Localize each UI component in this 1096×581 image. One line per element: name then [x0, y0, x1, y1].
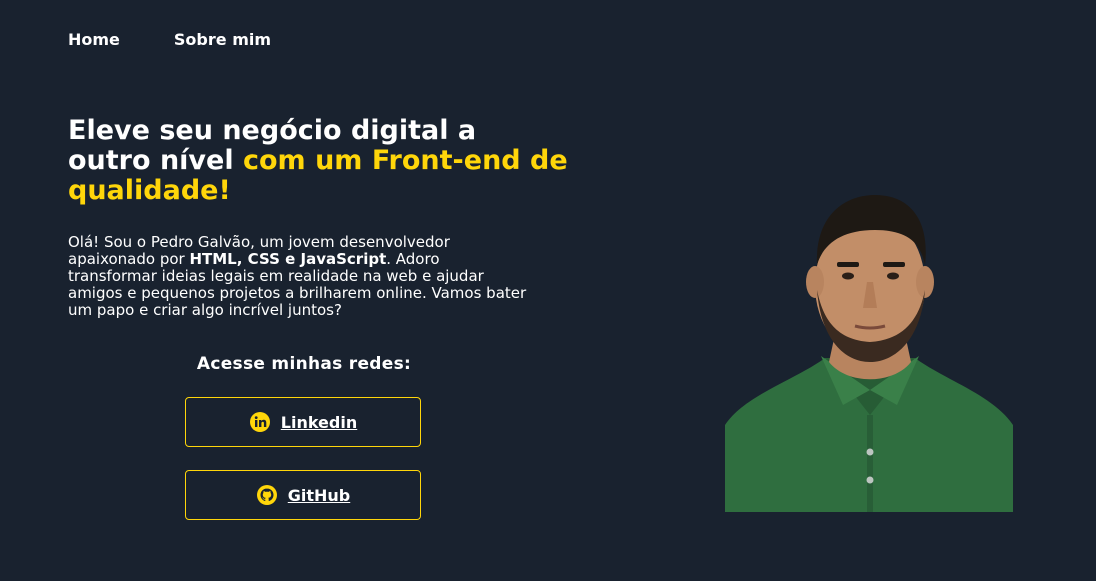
- profile-photo: [725, 190, 1013, 512]
- github-icon: [256, 484, 278, 506]
- linkedin-button[interactable]: Linkedin: [185, 397, 421, 447]
- nav-home-link[interactable]: Home: [68, 30, 120, 49]
- hero-title: Eleve seu negócio digital a outro nível …: [68, 116, 568, 206]
- github-button-label: GitHub: [287, 485, 351, 505]
- intro-paragraph: Olá! Sou o Pedro Galvão, um jovem desenv…: [68, 234, 528, 319]
- linkedin-icon: [249, 411, 271, 433]
- linkedin-button-label: Linkedin: [280, 412, 358, 432]
- nav-about-link[interactable]: Sobre mim: [174, 30, 271, 49]
- intro-tech-stack: HTML, CSS e JavaScript: [189, 250, 387, 268]
- social-heading: Acesse minhas redes:: [196, 354, 412, 374]
- github-button[interactable]: GitHub: [185, 470, 421, 520]
- top-nav: Home Sobre mim: [68, 30, 271, 49]
